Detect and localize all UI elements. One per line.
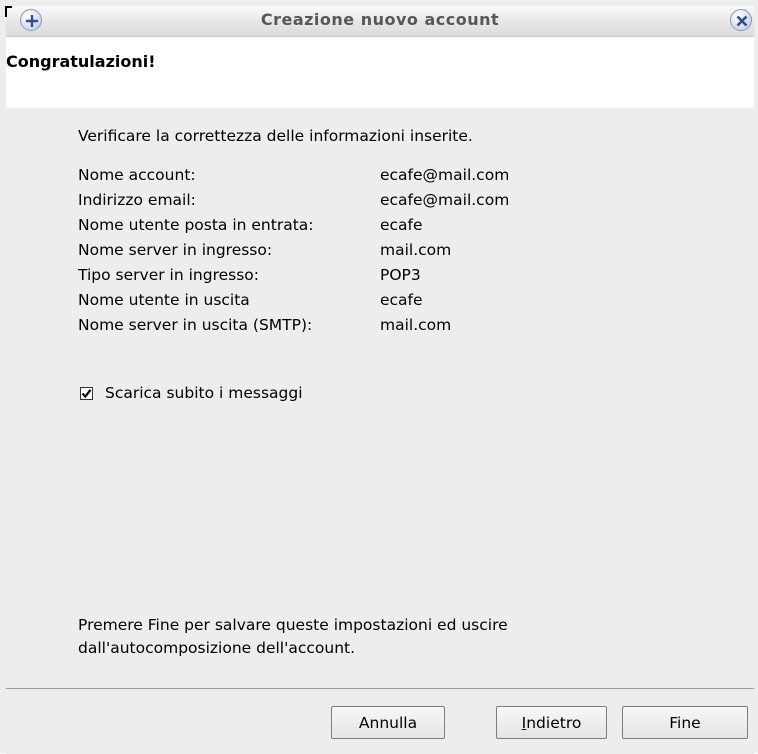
info-label-outgoing-server: Nome server in uscita (SMTP): [78, 316, 313, 334]
info-label-server-type: Tipo server in ingresso: [78, 266, 259, 284]
back-label: ndietro [526, 713, 582, 732]
page-title: Congratulazioni! [6, 52, 156, 71]
window-title: Creazione nuovo account [260, 10, 500, 29]
download-messages-option[interactable]: Scarica subito i messaggi [80, 384, 303, 402]
finish-instructions: Premere Fine per salvare queste impostaz… [78, 614, 638, 660]
finish-instructions-line1: Premere Fine per salvare queste impostaz… [78, 616, 508, 634]
cancel-button[interactable]: Annulla [331, 706, 445, 739]
info-label-email: Indirizzo email: [78, 191, 196, 209]
info-value-incoming-server: mail.com [380, 241, 452, 259]
info-label-incoming-user: Nome utente posta in entrata: [78, 216, 314, 234]
info-label-account-name: Nome account: [78, 166, 196, 184]
wizard-header: Congratulazioni! [6, 37, 754, 109]
info-value-server-type: POP3 [380, 266, 421, 284]
finish-button[interactable]: Fine [622, 706, 748, 739]
button-bar: Annulla Indietro Fine [6, 688, 754, 754]
summary-panel: Verificare la correttezza delle informaz… [6, 108, 754, 688]
finish-instructions-line2: dall'autocomposizione dell'account. [78, 639, 356, 657]
info-label-outgoing-user: Nome utente in uscita [78, 291, 250, 309]
download-messages-checkbox[interactable] [80, 386, 93, 400]
download-messages-label: Scarica subito i messaggi [105, 384, 303, 402]
wizard-window: Creazione nuovo account Congratulazioni!… [0, 0, 758, 754]
info-value-incoming-user: ecafe [380, 216, 423, 234]
info-value-email: ecafe@mail.com [380, 191, 510, 209]
info-label-incoming-server: Nome server in ingresso: [78, 241, 273, 259]
close-icon[interactable] [730, 9, 752, 31]
info-value-outgoing-user: ecafe [380, 291, 423, 309]
info-value-account-name: ecafe@mail.com [380, 166, 510, 184]
back-button[interactable]: Indietro [496, 706, 607, 739]
title-bar[interactable]: Creazione nuovo account [5, 6, 754, 37]
info-value-outgoing-server: mail.com [380, 316, 452, 334]
checkmark-icon [81, 388, 92, 398]
intro-text: Verificare la correttezza delle informaz… [78, 127, 473, 145]
